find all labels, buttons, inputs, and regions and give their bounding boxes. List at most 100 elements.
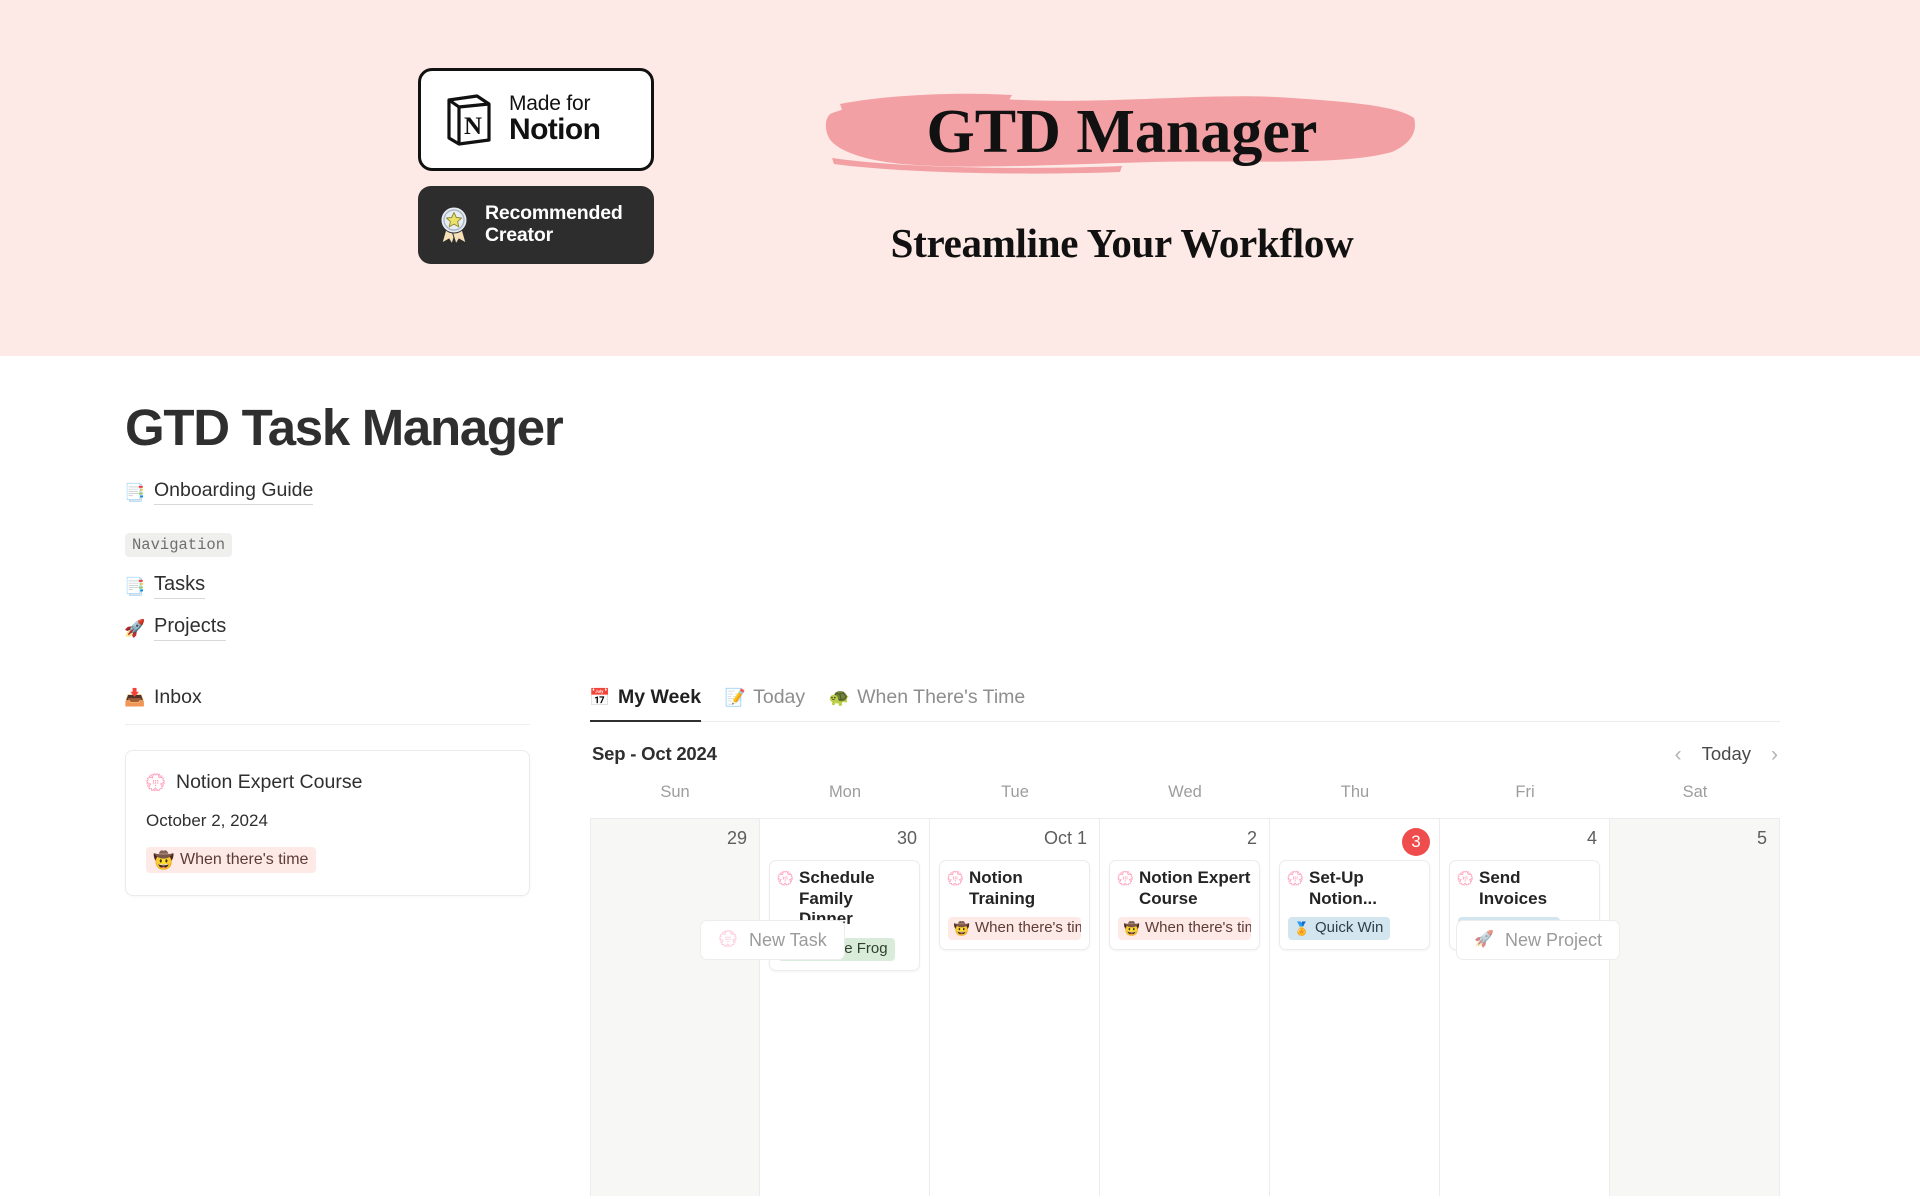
event-title-row: 💮 Send Invoices	[1456, 868, 1591, 909]
brand-title-wrap: GTD Manager	[742, 78, 1502, 186]
inbox-title: Inbox	[154, 686, 202, 708]
onboarding-guide-label[interactable]: Onboarding Guide	[154, 479, 314, 505]
made-for-label: Made for	[509, 92, 591, 115]
event-title-row: 💮 Set-Up Notion...	[1286, 868, 1421, 909]
day-number: 30	[896, 828, 917, 848]
status-badge-label: When there's time	[180, 851, 309, 868]
day-number: 4	[1586, 828, 1597, 848]
sidebar-item-projects[interactable]: 🚀 Projects	[124, 615, 1920, 641]
made-for-notion-badge: N Made for Notion	[418, 68, 654, 171]
inbox-header: 📥 Inbox	[124, 686, 530, 724]
event-title: Notion Expert Course	[1139, 868, 1251, 908]
recommended-line2: Creator	[485, 224, 553, 246]
tab-today-label: Today	[753, 686, 806, 708]
calendar-day-cell[interactable]: 2💮Notion Expert Course🤠When there's time	[1100, 819, 1270, 1196]
page-banner: N Made for Notion Recommended Creator GT…	[0, 0, 1920, 356]
day-number-row: Oct 1	[939, 828, 1090, 858]
weekday-header: Thu	[1340, 783, 1370, 801]
day-number: 2	[1246, 828, 1257, 848]
new-project-label: New Project	[1504, 929, 1602, 950]
rosette-check-icon: 💮	[145, 773, 167, 792]
inbox-tray-icon: 📥	[124, 688, 146, 707]
view-tabs: 📅 My Week 📝 Today 🐢 When There's Time	[589, 686, 1780, 722]
tab-when-theres-time[interactable]: 🐢 When There's Time	[828, 686, 1026, 722]
tab-my-week[interactable]: 📅 My Week	[589, 686, 702, 722]
calendar-day-cell[interactable]: 4💮Send Invoices🏅Quick Win	[1440, 819, 1610, 1196]
weekday-header-row: Sun Mon Tue Wed Thu Fri Sat	[590, 783, 1780, 818]
notion-label: Notion	[509, 113, 601, 147]
weekday-header: Sun	[660, 783, 690, 801]
day-number: 5	[1756, 828, 1767, 848]
sidebar-item-tasks[interactable]: 📑 Tasks	[124, 573, 1920, 599]
brand-subtitle: Streamline Your Workflow	[890, 220, 1354, 266]
day-number-row: 29	[600, 828, 750, 858]
rosette-star-icon	[436, 205, 472, 246]
inbox-card[interactable]: 💮 Notion Expert Course October 2, 2024 🤠…	[125, 750, 530, 896]
next-week-button[interactable]: ›	[1771, 744, 1778, 765]
svg-text:N: N	[464, 113, 482, 140]
calendar-grid: 2930💮Schedule Family Dinner🐸Eat the Frog…	[590, 818, 1780, 1196]
navigation-section-label: Navigation	[125, 533, 233, 557]
calendar-toolbar: Sep - Oct 2024 ‹ Today ›	[590, 722, 1780, 783]
rosette-check-icon: 💮	[1116, 869, 1135, 886]
brand-title: GTD Manager	[926, 97, 1318, 166]
prev-week-button[interactable]: ‹	[1675, 744, 1682, 765]
made-for-notion-text: Made for Notion	[509, 92, 601, 147]
tab-when-theres-time-label: When There's Time	[857, 686, 1026, 708]
edit-list-icon: 📝	[724, 688, 746, 707]
rocket-icon: 🚀	[1474, 931, 1494, 948]
inbox-card-title-row: 💮 Notion Expert Course	[145, 771, 509, 794]
day-number: 29	[726, 828, 747, 848]
day-number: Oct 1	[1043, 828, 1087, 848]
inbox-divider	[125, 724, 530, 725]
weekday-header: Sat	[1682, 783, 1708, 801]
event-title: Send Invoices	[1479, 868, 1548, 908]
inbox-card-title: Notion Expert Course	[176, 771, 363, 793]
weekday-header: Tue	[1001, 783, 1029, 801]
event-title-row: 💮 Notion Training	[947, 868, 1081, 909]
event-title: Set-Up Notion...	[1309, 868, 1377, 908]
calendar-range-label: Sep - Oct 2024	[592, 743, 717, 764]
event-title-row: 💮 Notion Expert Course	[1116, 868, 1251, 909]
status-badge[interactable]: 🤠 When there's time	[146, 847, 317, 873]
rocket-icon: 🚀	[124, 618, 146, 638]
page-title: GTD Task Manager	[125, 399, 564, 456]
rosette-check-icon: 💮	[776, 869, 795, 886]
calendar-day-cell[interactable]: 29	[590, 819, 760, 1196]
notion-cube-icon: N	[443, 93, 493, 146]
turtle-icon: 🐢	[828, 688, 850, 707]
day-number-row: 4	[1449, 828, 1600, 858]
new-task-button[interactable]: 💮 New Task	[700, 920, 845, 960]
day-number-row: 3	[1279, 828, 1430, 858]
tab-my-week-label: My Week	[618, 686, 702, 708]
rosette-check-icon: 💮	[1286, 869, 1305, 886]
onboarding-guide-link[interactable]: 📑 Onboarding Guide	[124, 479, 1920, 505]
rosette-check-icon: 💮	[1456, 869, 1475, 886]
calendar-nav: ‹ Today ›	[1675, 743, 1778, 765]
day-number-row: 2	[1109, 828, 1260, 858]
recommended-creator-badge: Recommended Creator	[418, 186, 654, 264]
badge-stack: N Made for Notion Recommended Creator	[418, 68, 654, 264]
tab-today[interactable]: 📝 Today	[724, 686, 806, 722]
list-icon: 📑	[124, 482, 146, 502]
day-number-today: 3	[1402, 828, 1430, 856]
tasks-list-icon: 📑	[124, 576, 146, 596]
calendar-day-cell[interactable]: Oct 1💮Notion Training🤠When there's time	[930, 819, 1100, 1196]
calendar-day-cell[interactable]: 5	[1610, 819, 1780, 1196]
day-number-row: 5	[1619, 828, 1770, 858]
calendar-day-cell[interactable]: 30💮Schedule Family Dinner🐸Eat the Frog	[760, 819, 930, 1196]
weekday-header: Mon	[828, 783, 862, 801]
cowboy-face-icon: 🤠	[153, 850, 175, 870]
sidebar-item-tasks-label[interactable]: Tasks	[154, 573, 206, 599]
calendar-day-cell[interactable]: 3 💮 Set-Up Notion... 🏅 Quick Win	[1270, 819, 1440, 1196]
recommended-line1: Recommended	[485, 202, 623, 225]
rosette-check-icon: 💮	[718, 931, 738, 948]
today-button[interactable]: Today	[1702, 743, 1751, 765]
inbox-card-date: October 2, 2024	[146, 811, 268, 830]
brand-title-block: GTD Manager Streamline Your Workflow	[742, 68, 1502, 267]
page-content: GTD Task Manager 📑 Onboarding Guide Navi…	[0, 398, 1920, 1196]
day-number-row: 30	[769, 828, 920, 858]
new-task-label: New Task	[749, 929, 827, 950]
sidebar-item-projects-label[interactable]: Projects	[154, 615, 227, 641]
new-project-button[interactable]: 🚀 New Project	[1455, 920, 1620, 960]
